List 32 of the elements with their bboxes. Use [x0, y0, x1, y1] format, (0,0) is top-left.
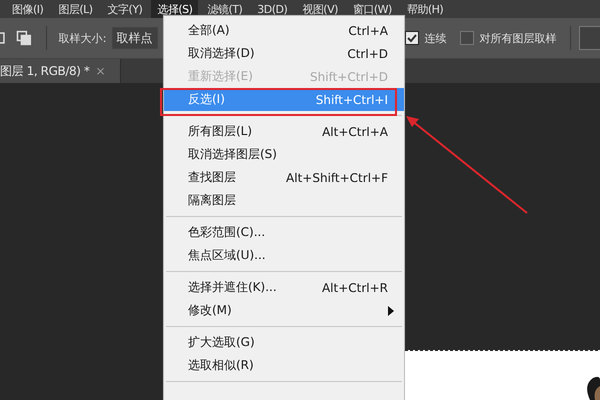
tab-title: 图层 1, RGB/8) * — [0, 62, 90, 80]
menu-bar-item[interactable]: 图像(I) — [6, 0, 50, 18]
menu-bar-item[interactable]: 滤镜(T) — [201, 0, 248, 18]
checkbox[interactable] — [405, 31, 420, 45]
menu-item[interactable]: 修改(M) — [164, 299, 404, 322]
menu-item[interactable]: 选取相似(R) — [164, 354, 404, 377]
menu-bar-item[interactable]: 文字(Y) — [102, 0, 148, 18]
menu-item[interactable]: 焦点区域(U)... — [164, 244, 404, 267]
menu-item[interactable]: 隔离图层 — [164, 189, 404, 212]
menu-item[interactable]: 全部(A) Ctrl+A — [164, 19, 404, 42]
menu-item[interactable]: 选择并遮住(K)... Alt+Ctrl+R — [164, 276, 404, 299]
submenu-arrow-icon — [388, 306, 394, 316]
selection-mode-icon[interactable] — [16, 30, 32, 46]
menu-bar-item[interactable]: 图层(L) — [52, 0, 99, 18]
menu-item[interactable]: 色彩范围(C)... — [164, 221, 404, 244]
sample-size-label: 取样大小: — [58, 30, 106, 46]
checkbox-label: 对所有图层取样 — [479, 30, 556, 46]
menu-item[interactable]: 取消选择(D) Ctrl+D — [164, 42, 404, 65]
menu-bar-item[interactable]: 视图(V) — [296, 0, 344, 18]
document-tab[interactable]: 图层 1, RGB/8) * × — [0, 59, 121, 83]
menu-bar-item[interactable]: 窗口(W) — [346, 0, 398, 18]
checkbox-label: 连续 — [424, 30, 446, 46]
menu-bar-item[interactable]: 3D(D) — [251, 0, 294, 18]
input-field[interactable] — [579, 26, 600, 50]
checkbox[interactable] — [460, 31, 474, 45]
menu-bar-item[interactable]: 帮助(H) — [400, 0, 450, 18]
menu-item[interactable]: 扩大选取(G) — [164, 331, 404, 354]
menu-item[interactable]: 查找图层 Alt+Shift+Ctrl+F — [164, 166, 404, 189]
menu-item[interactable]: 取消选择图层(S) — [164, 143, 404, 166]
sample-size-dropdown[interactable]: 取样点 — [112, 27, 158, 49]
tool-icon[interactable] — [0, 31, 6, 45]
menu-item[interactable]: 所有图层(L) Alt+Ctrl+A — [164, 120, 404, 143]
